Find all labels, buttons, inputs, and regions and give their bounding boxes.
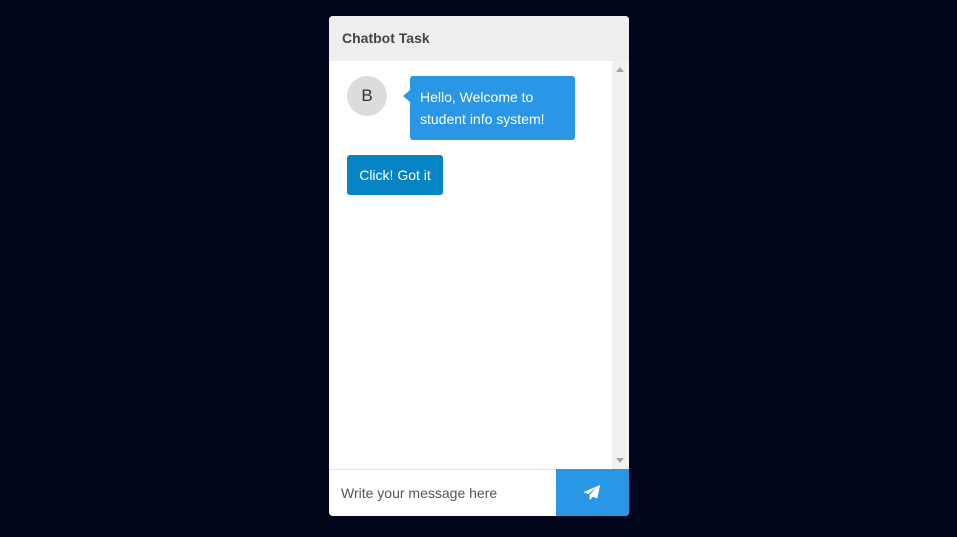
bot-message-bubble: Hello, Welcome to student info system! bbox=[403, 76, 575, 140]
scroll-up-arrow-icon[interactable] bbox=[616, 67, 624, 72]
quick-reply-button[interactable]: Click! Got it bbox=[347, 155, 443, 195]
bot-avatar: B bbox=[347, 76, 387, 116]
paper-plane-icon bbox=[584, 485, 600, 500]
chat-scrollbar[interactable] bbox=[612, 61, 629, 469]
message-input[interactable] bbox=[329, 470, 556, 516]
scroll-down-arrow-icon[interactable] bbox=[616, 458, 624, 463]
chat-body[interactable]: B Hello, Welcome to student info system!… bbox=[329, 61, 629, 469]
chat-header: Chatbot Task bbox=[329, 16, 629, 61]
chat-composer bbox=[329, 469, 629, 516]
chat-title: Chatbot Task bbox=[342, 30, 430, 46]
chat-window: Chatbot Task B Hello, Welcome to student… bbox=[329, 16, 629, 516]
send-button[interactable] bbox=[556, 469, 629, 516]
